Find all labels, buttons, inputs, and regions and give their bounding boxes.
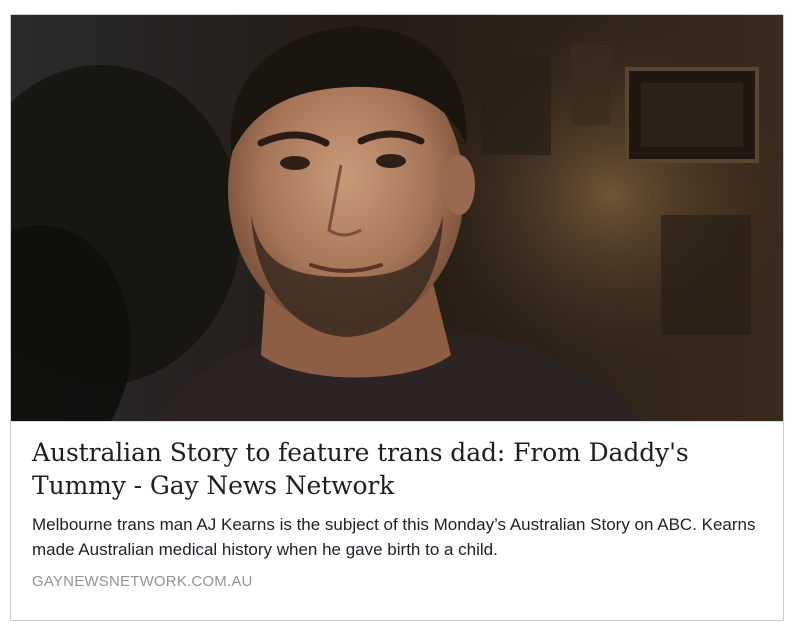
article-description: Melbourne trans man AJ Kearns is the sub… xyxy=(32,515,756,559)
preview-image[interactable] xyxy=(11,15,783,421)
preview-photo xyxy=(11,15,783,421)
preview-text[interactable]: Australian Story to feature trans dad: F… xyxy=(11,421,783,620)
link-preview-card[interactable]: Australian Story to feature trans dad: F… xyxy=(10,14,784,621)
source-domain: GAYNEWSNETWORK.COM.AU xyxy=(32,573,253,590)
article-title[interactable]: Australian Story to feature trans dad: F… xyxy=(32,436,763,502)
